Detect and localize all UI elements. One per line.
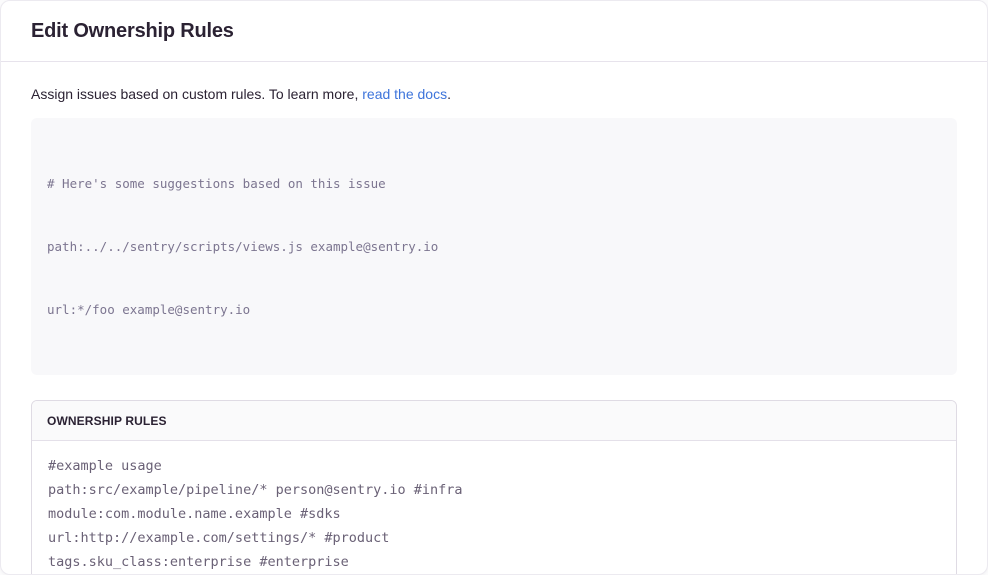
- suggestion-line: path:../../sentry/scripts/views.js examp…: [47, 236, 941, 257]
- description-text: Assign issues based on custom rules. To …: [31, 86, 957, 103]
- ownership-rules-panel: OWNERSHIP RULES #example usage path:src/…: [31, 400, 957, 575]
- edit-ownership-rules-modal: Edit Ownership Rules Assign issues based…: [0, 0, 988, 575]
- ownership-rules-textarea[interactable]: #example usage path:src/example/pipeline…: [32, 441, 956, 575]
- suggestion-line: # Here's some suggestions based on this …: [47, 173, 941, 194]
- modal-title: Edit Ownership Rules: [31, 20, 234, 43]
- suggestions-code-block: # Here's some suggestions based on this …: [31, 118, 957, 375]
- ownership-rules-panel-header: OWNERSHIP RULES: [32, 401, 956, 441]
- description-before-link: Assign issues based on custom rules. To …: [31, 86, 362, 102]
- suggestion-line: url:*/foo example@sentry.io: [47, 299, 941, 320]
- description-after-link: .: [447, 86, 451, 102]
- modal-header: Edit Ownership Rules: [1, 1, 987, 62]
- read-the-docs-link[interactable]: read the docs: [362, 86, 447, 102]
- modal-body: Assign issues based on custom rules. To …: [1, 62, 987, 575]
